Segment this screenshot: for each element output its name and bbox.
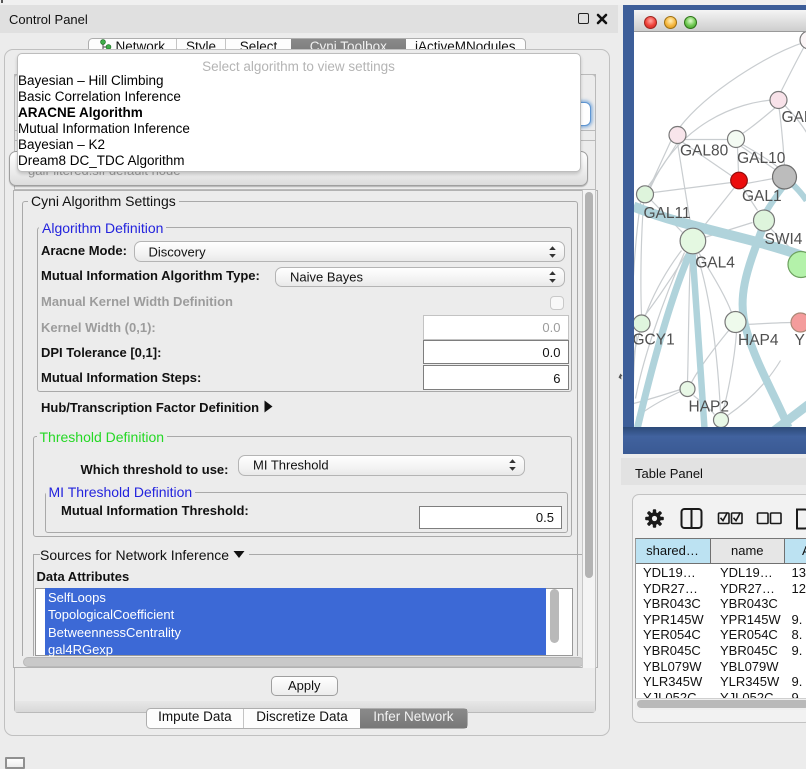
svg-text:GAL11: GAL11 xyxy=(643,204,690,221)
svg-text:GCY1: GCY1 xyxy=(634,331,675,348)
svg-text:GAL80: GAL80 xyxy=(680,142,729,159)
svg-text:HAP4: HAP4 xyxy=(738,332,779,349)
svg-text:HAP2: HAP2 xyxy=(688,398,729,415)
svg-text:YM: YM xyxy=(794,332,806,349)
svg-text:GAL2: GAL2 xyxy=(781,109,806,126)
svg-text:SWI4: SWI4 xyxy=(764,231,802,248)
svg-text:GAL4: GAL4 xyxy=(695,254,735,271)
svg-text:GAL10: GAL10 xyxy=(737,149,786,166)
svg-text:GAL1: GAL1 xyxy=(742,188,782,205)
